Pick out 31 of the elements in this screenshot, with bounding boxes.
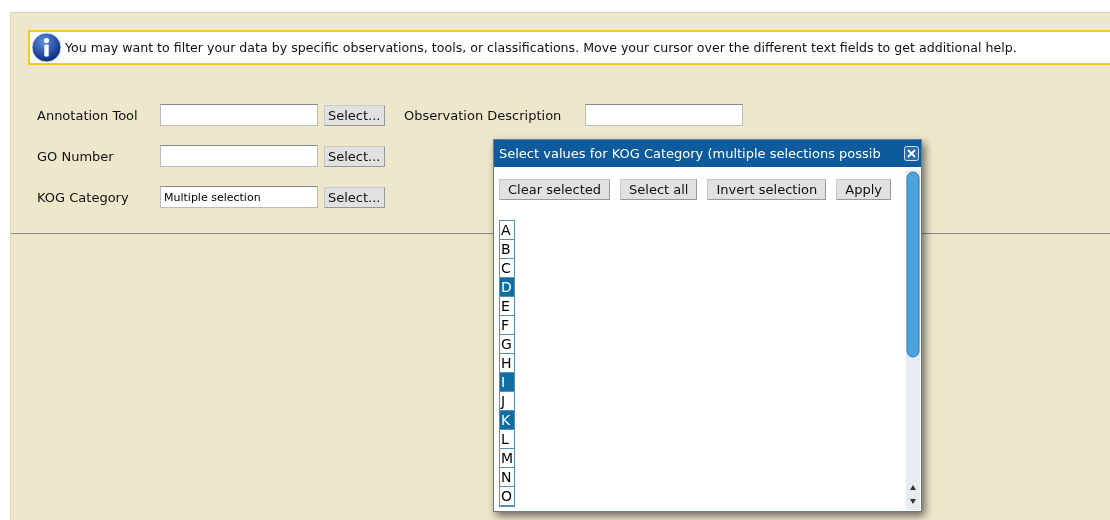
list-option[interactable]: G xyxy=(500,335,514,354)
select-button[interactable]: Select... xyxy=(324,145,385,167)
text-field[interactable] xyxy=(160,104,318,126)
list-option[interactable]: F xyxy=(500,316,514,335)
list-option[interactable]: N xyxy=(500,468,514,487)
select-button[interactable]: Select... xyxy=(324,186,385,208)
dialog-button[interactable]: Apply xyxy=(836,179,891,200)
list-option[interactable]: I xyxy=(500,373,514,392)
dialog-button[interactable]: Select all xyxy=(620,179,698,200)
scrollbar[interactable] xyxy=(906,170,920,510)
info-text: You may want to filter your data by specific observations, tools, or classifications. Move your cursor over the different text fields to get additional help. xyxy=(65,40,1017,55)
list-option[interactable]: E xyxy=(500,297,514,316)
list-option[interactable]: L xyxy=(500,430,514,449)
field-label: Observation Description xyxy=(404,107,563,123)
list-option[interactable]: O xyxy=(500,487,514,506)
list-option[interactable]: D xyxy=(500,278,514,297)
text-field[interactable] xyxy=(585,104,743,126)
list-option[interactable]: M xyxy=(500,449,514,468)
list-option[interactable]: K xyxy=(500,411,514,430)
list-option[interactable]: B xyxy=(500,240,514,259)
close-icon[interactable] xyxy=(904,146,919,161)
dialog-button[interactable]: Invert selection xyxy=(707,179,827,200)
field-label: Annotation Tool xyxy=(37,107,139,123)
field-label: GO Number xyxy=(37,148,115,164)
dialog-title: Select values for KOG Category (multiple selections possib xyxy=(499,146,881,161)
field-label: KOG Category xyxy=(37,189,130,205)
text-field[interactable] xyxy=(160,145,318,167)
text-field[interactable]: Multiple selection xyxy=(160,186,318,208)
select-button[interactable]: Select... xyxy=(324,104,385,126)
list-option[interactable]: A xyxy=(500,221,514,240)
dialog-button[interactable]: Clear selected xyxy=(499,179,610,200)
